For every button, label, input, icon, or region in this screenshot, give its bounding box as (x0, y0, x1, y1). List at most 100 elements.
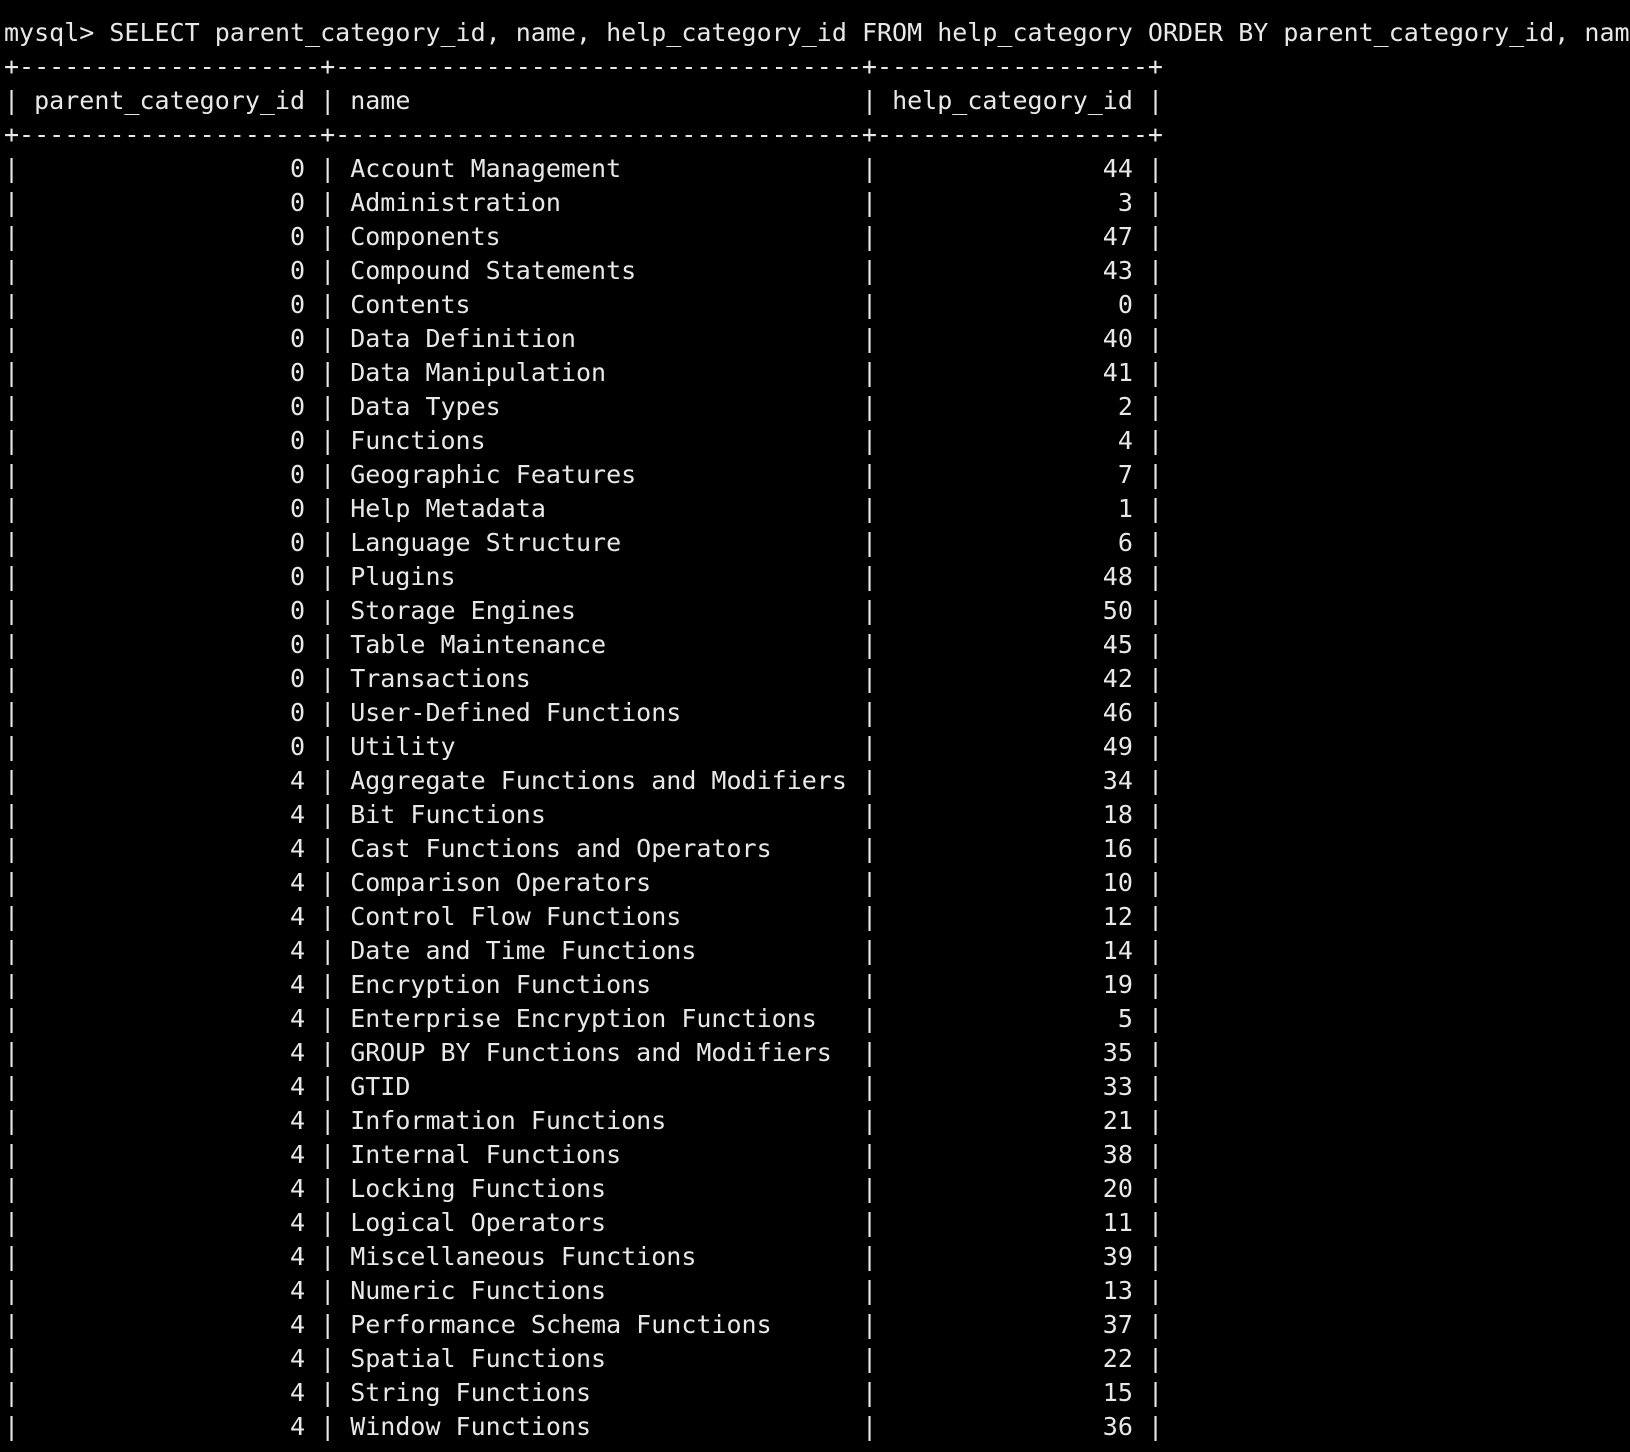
table-cell: 46 (1102, 698, 1133, 727)
table-cell: 39 (1102, 1242, 1133, 1271)
table-row: | 0 | Plugins | 48 | (4, 562, 1163, 591)
table-cell: 4 (289, 1106, 306, 1135)
table-cell: Locking Functions (350, 1174, 607, 1203)
table-cell: Data Definition (350, 324, 576, 353)
table-cell: 4 (289, 1310, 306, 1339)
table-row: | 4 | Control Flow Functions | 12 | (4, 902, 1164, 931)
table-row: | 0 | Data Manipulation | 41 | (4, 358, 1163, 387)
table-cell: Plugins (350, 562, 456, 591)
table-cell: Internal Functions (350, 1140, 622, 1169)
table-row: | 0 | Geographic Features | 7 | (4, 460, 1164, 489)
table-cell: Help Metadata (350, 494, 546, 523)
table-cell: 0 (289, 358, 306, 387)
table-cell: 2 (1117, 392, 1133, 421)
table-row: | 0 | Account Management | 44 | (4, 154, 1164, 183)
table-cell: User-Defined Functions (350, 698, 682, 727)
column-header: help_category_id (892, 86, 1133, 115)
table-row: | 4 | Spatial Functions | 22 | (4, 1344, 1163, 1373)
table-cell: Functions (350, 426, 486, 455)
table-row: | 4 | Internal Functions | 38 | (4, 1140, 1164, 1169)
table-row: | 4 | Date and Time Functions | 14 | (4, 936, 1163, 965)
table-cell: 19 (1102, 970, 1133, 999)
terminal-window[interactable]: mysql> SELECT parent_category_id, name, … (0, 0, 1630, 1452)
command-line[interactable]: mysql> SELECT parent_category_id, name, … (4, 16, 1630, 50)
table-cell: 4 (289, 1072, 306, 1101)
table-cell: 0 (289, 426, 306, 455)
table-row: | 0 | Transactions | 42 | (4, 664, 1163, 693)
table-cell: Transactions (350, 664, 531, 693)
table-cell: Performance Schema Functions (350, 1310, 772, 1339)
table-cell: 36 (1102, 1412, 1133, 1441)
table-row: | 0 | Contents | 0 | (4, 290, 1164, 319)
table-cell: 41 (1102, 358, 1133, 387)
table-cell: 4 (289, 1140, 306, 1169)
table-cell: Logical Operators (350, 1208, 607, 1237)
table-row: | 0 | Help Metadata | 1 | (4, 494, 1164, 523)
table-cell: 4 (289, 1038, 306, 1067)
result-table: +--------------------+------------------… (4, 50, 1630, 1444)
table-cell: 0 (289, 154, 306, 183)
table-cell: 35 (1102, 1038, 1133, 1067)
table-cell: 0 (1117, 290, 1133, 319)
table-cell: 4 (289, 902, 306, 931)
table-cell: Aggregate Functions and Modifiers (350, 766, 847, 795)
table-cell: 0 (289, 290, 306, 319)
table-cell: 44 (1102, 154, 1133, 183)
table-cell: 4 (289, 1412, 306, 1441)
table-cell: Contents (350, 290, 471, 319)
table-cell: 0 (289, 494, 306, 523)
table-cell: Enterprise Encryption Functions (350, 1004, 817, 1033)
table-cell: Encryption Functions (350, 970, 652, 999)
table-row: | 4 | Information Functions | 21 | (4, 1106, 1163, 1135)
table-cell: 13 (1102, 1276, 1133, 1305)
table-cell: Date and Time Functions (350, 936, 697, 965)
table-row: | 0 | Components | 47 | (4, 222, 1163, 251)
table-cell: Storage Engines (350, 596, 576, 625)
table-cell: 3 (1117, 188, 1133, 217)
table-cell: 45 (1102, 630, 1133, 659)
table-cell: Table Maintenance (350, 630, 607, 659)
table-row: | 4 | Encryption Functions | 19 | (4, 970, 1163, 999)
column-header: name (350, 86, 411, 115)
table-cell: 22 (1102, 1344, 1133, 1373)
table-row: | 4 | Cast Functions and Operators | 16 … (4, 834, 1163, 863)
table-row: | 0 | Utility | 49 | (4, 732, 1163, 761)
table-cell: 33 (1102, 1072, 1133, 1101)
table-cell: Spatial Functions (350, 1344, 607, 1373)
table-row: | 4 | Bit Functions | 18 | (4, 800, 1163, 829)
table-cell: 40 (1102, 324, 1133, 353)
table-cell: 15 (1102, 1378, 1133, 1407)
table-cell: 0 (289, 698, 306, 727)
table-row: | 0 | Administration | 3 | (4, 188, 1164, 217)
table-cell: Information Functions (350, 1106, 667, 1135)
table-cell: 42 (1102, 664, 1133, 693)
table-row: | 4 | Logical Operators | 11 | (4, 1208, 1163, 1237)
table-row: | 0 | Functions | 4 | (4, 426, 1164, 455)
table-cell: 7 (1117, 460, 1133, 489)
table-row: | 0 | User-Defined Functions | 46 | (4, 698, 1164, 727)
table-row: | 0 | Table Maintenance | 45 | (4, 630, 1163, 659)
table-cell: 4 (289, 1208, 306, 1237)
table-cell: Language Structure (350, 528, 622, 557)
table-cell: 38 (1102, 1140, 1133, 1169)
table-cell: Numeric Functions (350, 1276, 607, 1305)
table-cell: 0 (289, 528, 306, 557)
table-cell: 4 (289, 1174, 306, 1203)
table-row: | 0 | Storage Engines | 50 | (4, 596, 1164, 625)
table-cell: Components (350, 222, 501, 251)
table-cell: 0 (289, 460, 306, 489)
table-cell: 4 (289, 834, 306, 863)
table-row: | 4 | GROUP BY Functions and Modifiers |… (4, 1038, 1163, 1067)
table-cell: 4 (289, 1004, 306, 1033)
table-cell: 4 (289, 766, 306, 795)
table-row: | 0 | Data Definition | 40 | (4, 324, 1164, 353)
table-cell: Data Manipulation (350, 358, 607, 387)
table-row: | 4 | Miscellaneous Functions | 39 | (4, 1242, 1163, 1271)
table-border: +--------------------+------------------… (4, 120, 1163, 149)
table-cell: 0 (289, 222, 306, 251)
table-cell: 0 (289, 664, 306, 693)
table-cell: 43 (1102, 256, 1133, 285)
table-cell: 0 (289, 392, 306, 421)
table-cell: 16 (1102, 834, 1133, 863)
table-cell: 4 (289, 800, 306, 829)
